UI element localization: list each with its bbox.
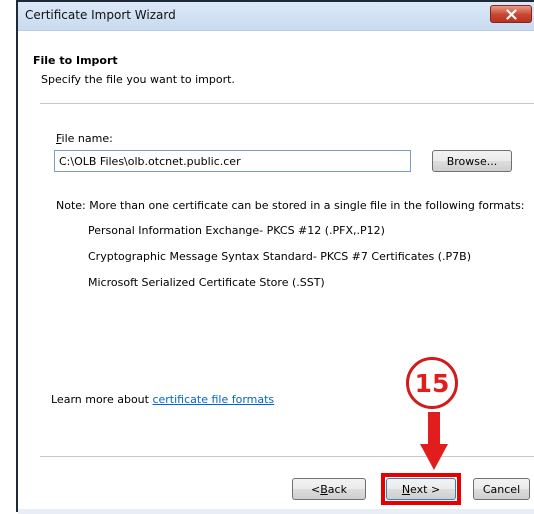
page-title: File to Import [33, 54, 118, 67]
learn-more-text: Learn more about certificate file format… [51, 393, 274, 406]
window-title: Certificate Import Wizard [25, 8, 176, 22]
close-button[interactable] [490, 5, 532, 23]
file-name-label: File name: [56, 132, 113, 145]
close-icon [506, 9, 517, 20]
page-description: Specify the file you want to import. [41, 73, 235, 86]
back-prefix: < [311, 482, 321, 496]
file-name-input[interactable] [54, 150, 411, 172]
footer-divider [40, 456, 534, 458]
certificate-file-formats-link[interactable]: certificate file formats [152, 393, 274, 406]
file-name-label-text: ile name: [61, 132, 113, 145]
format-item: Microsoft Serialized Certificate Store (… [88, 276, 325, 289]
format-item: Personal Information Exchange- PKCS #12 … [88, 224, 385, 237]
header-divider [40, 103, 534, 105]
wizard-header: File to Import Specify the file you want… [18, 31, 534, 101]
learn-more-prefix: Learn more about [51, 393, 153, 406]
back-button[interactable]: < Back [292, 478, 366, 500]
browse-button[interactable]: Browse... [432, 150, 512, 172]
back-access-key: B [320, 482, 328, 496]
title-bar[interactable]: Certificate Import Wizard [18, 2, 534, 31]
down-arrow-icon [420, 412, 448, 470]
format-item: Cryptographic Message Syntax Standard- P… [88, 250, 472, 263]
back-label: ack [327, 482, 347, 496]
step-number-badge: 15 [406, 357, 458, 409]
certificate-import-wizard-window: Certificate Import Wizard File to Import… [16, 0, 534, 514]
cancel-button[interactable]: Cancel [473, 478, 530, 500]
next-button-highlight [381, 473, 461, 505]
formats-note: Note: More than one certificate can be s… [56, 199, 525, 212]
